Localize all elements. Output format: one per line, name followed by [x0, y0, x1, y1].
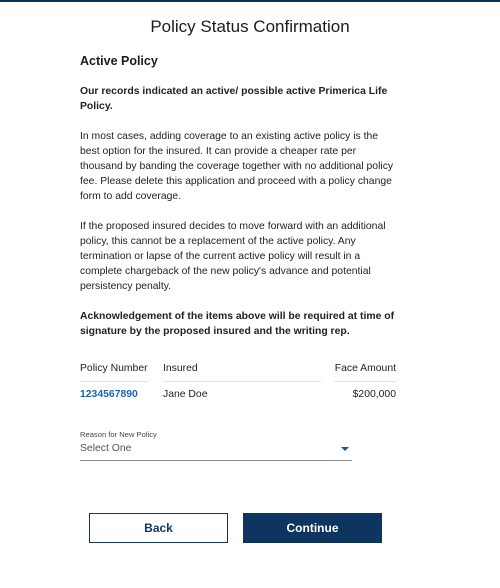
insured-name: Jane Doe: [163, 389, 208, 400]
policy-number-link[interactable]: 1234567890: [80, 389, 138, 400]
column-header-policy-number: Policy Number: [80, 363, 148, 382]
section-heading: Active Policy: [80, 54, 158, 68]
page-title: Policy Status Confirmation: [150, 17, 350, 36]
face-amount: $200,000: [352, 389, 396, 400]
column-header-insured: Insured: [163, 363, 321, 382]
column-header-face-amount: Face Amount: [334, 363, 396, 382]
reason-select-value: Select One: [80, 443, 132, 454]
acknowledgement-notice: Acknowledgement of the items above will …: [80, 311, 395, 337]
intro-notice: Our records indicated an active/ possibl…: [80, 86, 388, 112]
info-paragraph-2: If the proposed insured decides to move …: [80, 221, 386, 292]
chevron-down-icon: [341, 447, 349, 451]
continue-button[interactable]: Continue: [243, 513, 382, 543]
info-paragraph-1: In most cases, adding coverage to an exi…: [80, 131, 394, 202]
reason-for-new-policy-select[interactable]: Select One: [80, 440, 352, 461]
back-button[interactable]: Back: [89, 513, 228, 543]
reason-select-label: Reason for New Policy: [80, 430, 157, 439]
top-accent-bar: [0, 0, 500, 2]
